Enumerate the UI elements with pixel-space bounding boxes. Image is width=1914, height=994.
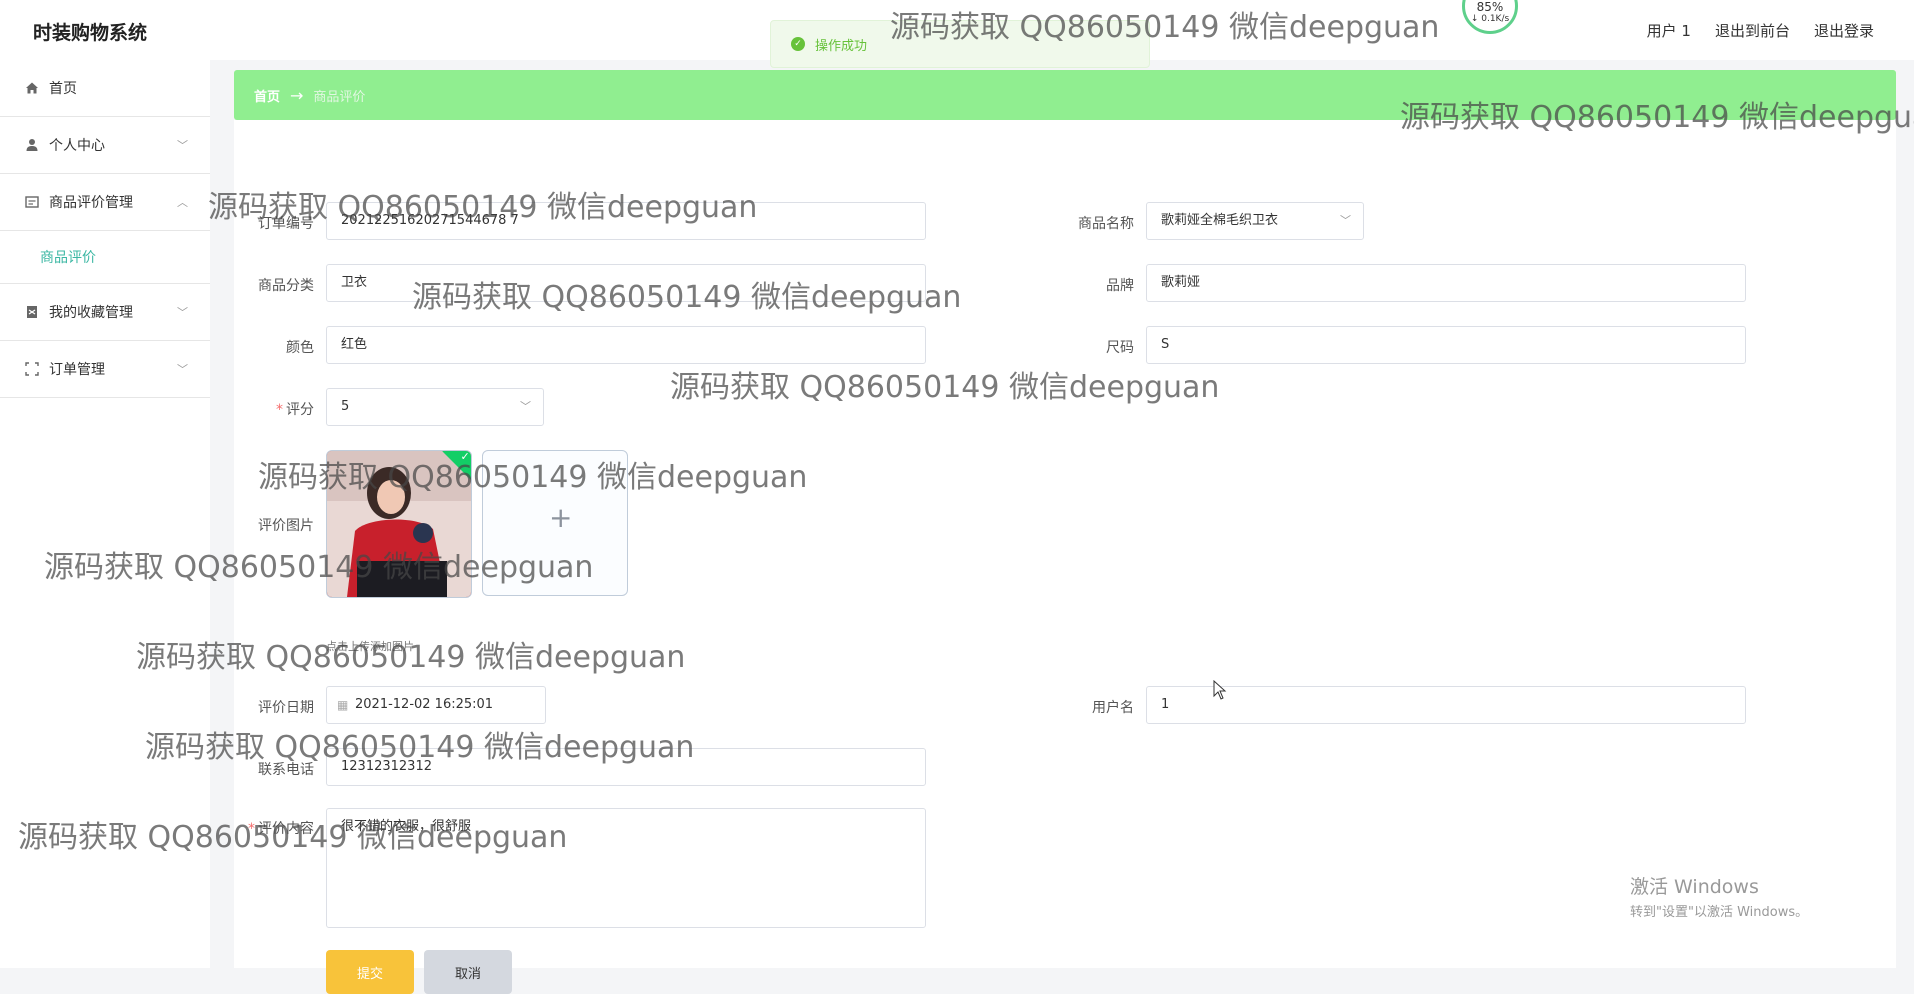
breadcrumb-current: 商品评价 (313, 89, 366, 105)
sidebar-item-label: 订单管理 (49, 362, 105, 378)
sidebar-item-orders[interactable]: 订单管理 ﹀ (0, 341, 210, 398)
check-icon: ✓ (460, 450, 470, 463)
upload-hint: 点击上传添加图片 (326, 640, 414, 653)
product-name-label: 商品名称 (1078, 216, 1134, 232)
review-content-textarea[interactable]: 很不错的衣服，很舒服 (326, 808, 926, 928)
review-date-label: 评价日期 (258, 700, 314, 716)
network-percent: 85% (1476, 0, 1504, 14)
sidebar-item-review-management[interactable]: 商品评价管理 ︿ (0, 174, 210, 231)
sidebar-item-label: 我的收藏管理 (49, 305, 133, 321)
chevron-down-icon: ﹀ (1340, 214, 1351, 227)
cancel-button[interactable]: 取消 (424, 950, 512, 994)
sidebar: 首页 个人中心 ﹀ 商品评价管理 ︿ 商品评价 我的收藏管理 ﹀ 订单管理 ﹀ (0, 60, 210, 968)
size-input[interactable]: S (1146, 326, 1746, 364)
category-label: 商品分类 (258, 278, 314, 294)
order-no-label: 订单编号 (258, 216, 314, 232)
sidebar-item-favorites[interactable]: 我的收藏管理 ﹀ (0, 284, 210, 341)
product-photo (327, 451, 471, 597)
activation-title: 激活 Windows (1630, 876, 1759, 898)
logout-link[interactable]: 退出登录 (1814, 20, 1874, 41)
back-to-frontend-link[interactable]: 退出到前台 (1715, 20, 1790, 41)
size-label: 尺码 (1106, 340, 1134, 356)
review-date-value: 2021-12-02 16:25:01 (355, 697, 494, 712)
breadcrumb-home[interactable]: 首页 (254, 86, 280, 105)
brand-input[interactable]: 歌莉娅 (1146, 264, 1746, 302)
review-icon (24, 194, 40, 210)
sidebar-item-label: 个人中心 (49, 138, 105, 154)
chevron-down-icon: ﹀ (177, 363, 188, 376)
uploaded-image-thumbnail[interactable]: ✓ (326, 450, 472, 598)
home-icon (24, 80, 40, 96)
current-user-link[interactable]: 用户 1 (1647, 20, 1691, 41)
chevron-down-icon: ﹀ (177, 139, 188, 152)
calendar-icon: ▦ (337, 698, 349, 712)
activation-subtitle: 转到"设置"以激活 Windows。 (1630, 905, 1809, 920)
breadcrumb-separator: → (290, 85, 304, 105)
content-label: * 评价内容 (234, 818, 314, 838)
content-label-text: 评价内容 (258, 821, 314, 837)
submit-button[interactable]: 提交 (326, 950, 414, 994)
image-upload-button[interactable]: + (482, 450, 628, 596)
rating-label: * 评分 (234, 399, 314, 419)
chevron-down-icon: ﹀ (177, 306, 188, 319)
review-form: 订单编号 20212251620271544678 7 商品名称 歌莉娅全棉毛织… (234, 120, 1896, 994)
header-links: 用户 1 退出到前台 退出登录 (1647, 20, 1874, 41)
order-no-input[interactable]: 20212251620271544678 7 (326, 202, 926, 240)
collect-icon (24, 304, 40, 320)
sidebar-item-home[interactable]: 首页 (0, 60, 210, 117)
user-icon (24, 137, 40, 153)
brand-label: 品牌 (1106, 278, 1134, 294)
product-name-value: 歌莉娅全棉毛织卫衣 (1161, 213, 1279, 228)
color-label: 颜色 (286, 340, 314, 356)
main-content: 首页 → 商品评价 订单编号 20212251620271544678 7 商品… (210, 60, 1914, 994)
rating-label-text: 评分 (286, 402, 314, 418)
rating-value: 5 (341, 399, 350, 414)
mouse-cursor-icon (1213, 680, 1227, 700)
toast-message: 操作成功 (815, 38, 868, 54)
breadcrumb: 首页 → 商品评价 (234, 70, 1896, 120)
color-input[interactable]: 红色 (326, 326, 926, 364)
review-date-picker[interactable]: ▦ 2021-12-02 16:25:01 (326, 686, 546, 724)
chevron-down-icon: ﹀ (520, 400, 531, 413)
image-label: 评价图片 (258, 518, 314, 534)
product-name-select[interactable]: 歌莉娅全棉毛织卫衣 ﹀ (1146, 202, 1364, 240)
required-mark: * (276, 402, 283, 418)
chevron-up-icon: ︿ (177, 196, 188, 209)
username-label: 用户名 (1092, 700, 1134, 716)
plus-icon: + (549, 501, 573, 534)
windows-activation-notice: 激活 Windows 转到"设置"以激活 Windows。 (1630, 872, 1808, 920)
sidebar-item-label: 首页 (49, 81, 77, 97)
phone-input[interactable]: 12312312312 (326, 748, 926, 786)
rating-select[interactable]: 5 ﹀ (326, 388, 544, 426)
app-title: 时装购物系统 (33, 22, 148, 44)
sidebar-subitem-product-review[interactable]: 商品评价 (0, 231, 210, 284)
category-input[interactable]: 卫衣 (326, 264, 926, 302)
sidebar-item-label: 商品评价管理 (49, 195, 133, 211)
success-icon: ✓ (791, 37, 805, 51)
phone-label: 联系电话 (258, 762, 314, 778)
network-speed-widget: 85% ↓ 0.1K/s (1462, 0, 1518, 34)
required-mark: * (248, 821, 255, 837)
success-toast: ✓ 操作成功 (770, 20, 1150, 68)
network-speed: ↓ 0.1K/s (1470, 14, 1510, 24)
sidebar-item-personal-center[interactable]: 个人中心 ﹀ (0, 117, 210, 174)
username-input[interactable]: 1 (1146, 686, 1746, 724)
order-icon (24, 361, 40, 377)
